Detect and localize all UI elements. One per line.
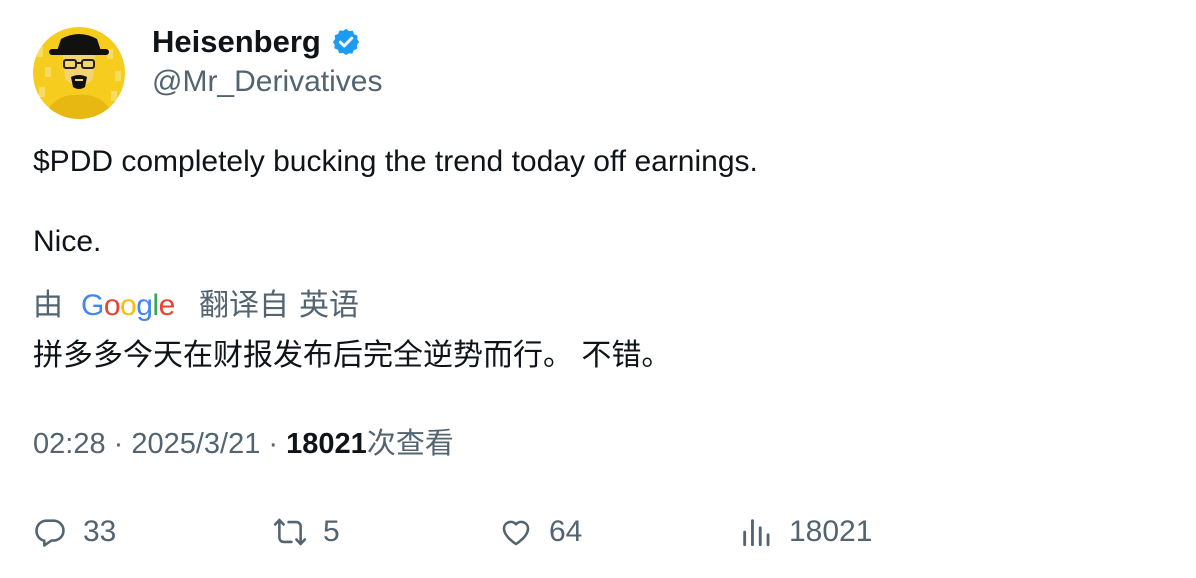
retweet-button[interactable]: 5 <box>273 510 340 554</box>
like-button[interactable]: 64 <box>499 510 582 554</box>
views-button[interactable]: 18021 <box>739 510 872 554</box>
svg-text:Google: Google <box>81 289 175 322</box>
heart-icon <box>502 520 530 546</box>
analytics-icon <box>743 519 770 547</box>
action-bar: 33 5 64 18021 <box>33 510 1163 554</box>
translation-from-label: 翻译自 <box>199 289 289 322</box>
reply-button[interactable]: 33 <box>33 510 116 554</box>
views-action-count: 18021 <box>789 515 873 548</box>
translation-language: 英语 <box>299 289 359 322</box>
views-count: 18021 <box>286 428 367 460</box>
translation-attribution: 由 Google 翻译自 英语 <box>33 286 359 326</box>
translated-text: 拼多多今天在财报发布后完全逆势而行。 不错。 <box>33 339 672 372</box>
meta-separator: · <box>105 428 132 460</box>
tweet-text: $PDD completely bucking the trend today … <box>33 142 1153 262</box>
author-handle[interactable]: @Mr_Derivatives <box>152 62 383 102</box>
author-display-name[interactable]: Heisenberg <box>152 22 321 62</box>
translation-by-label: 由 <box>33 289 63 322</box>
meta-separator: · <box>260 428 287 460</box>
author-name-row: Heisenberg <box>152 22 361 62</box>
verified-badge-icon <box>332 28 359 56</box>
heisenberg-avatar <box>33 27 125 119</box>
tweet-text-line-1: $PDD completely bucking the trend today … <box>33 145 758 178</box>
retweet-count: 5 <box>323 515 340 548</box>
reply-count: 33 <box>83 515 117 548</box>
google-logo[interactable]: Google <box>81 289 179 323</box>
tweet-time[interactable]: 02:28 <box>33 428 106 460</box>
tweet-date[interactable]: 2025/3/21 <box>131 428 260 460</box>
tweet-meta: 02:28 · 2025/3/21 · 18021次查看 <box>33 424 454 464</box>
tweet-text-line-2: Nice. <box>33 225 102 258</box>
avatar[interactable] <box>33 27 125 119</box>
reply-icon <box>35 519 65 547</box>
retweet-icon <box>273 518 307 546</box>
like-count: 64 <box>549 515 583 548</box>
views-label: 次查看 <box>366 428 454 460</box>
